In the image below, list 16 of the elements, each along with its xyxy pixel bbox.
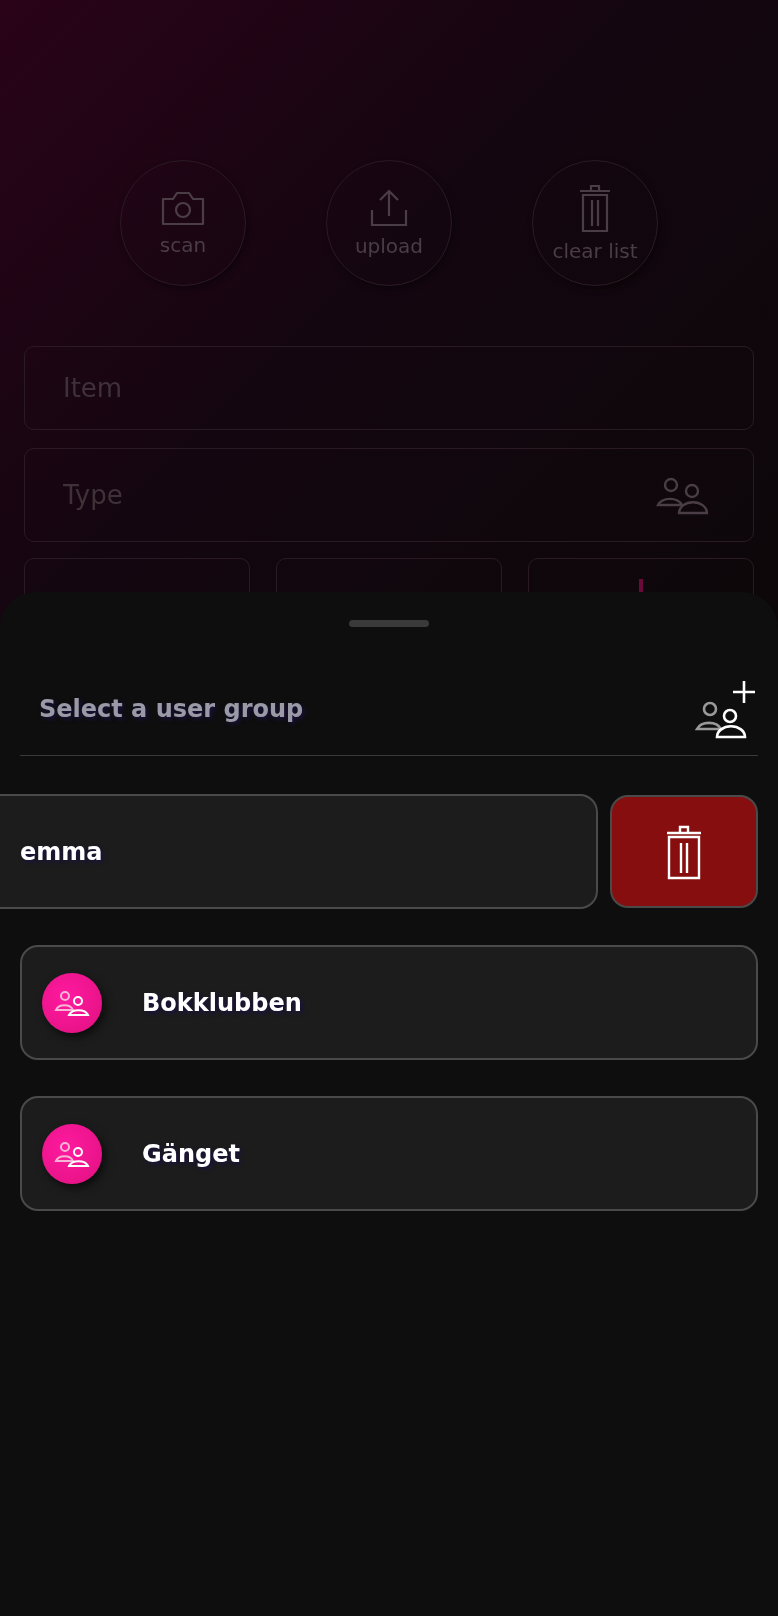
users-icon — [656, 475, 710, 515]
drag-handle[interactable] — [349, 620, 429, 627]
group-name: Gänget — [142, 1139, 240, 1168]
camera-icon — [160, 189, 206, 227]
add-group-button[interactable] — [694, 679, 758, 739]
marker-icon — [639, 579, 643, 593]
group-name: emma — [20, 837, 103, 866]
group-name: Bokklubben — [142, 988, 302, 1017]
upload-icon — [369, 188, 409, 228]
add-users-icon — [694, 679, 758, 739]
group-item[interactable]: emma — [0, 794, 598, 909]
delete-button[interactable] — [610, 795, 758, 908]
sheet-title: Select a user group — [39, 695, 304, 723]
group-item[interactable]: Gänget — [20, 1096, 758, 1211]
group-item[interactable]: Bokklubben — [20, 945, 758, 1060]
trash-icon — [578, 183, 612, 233]
